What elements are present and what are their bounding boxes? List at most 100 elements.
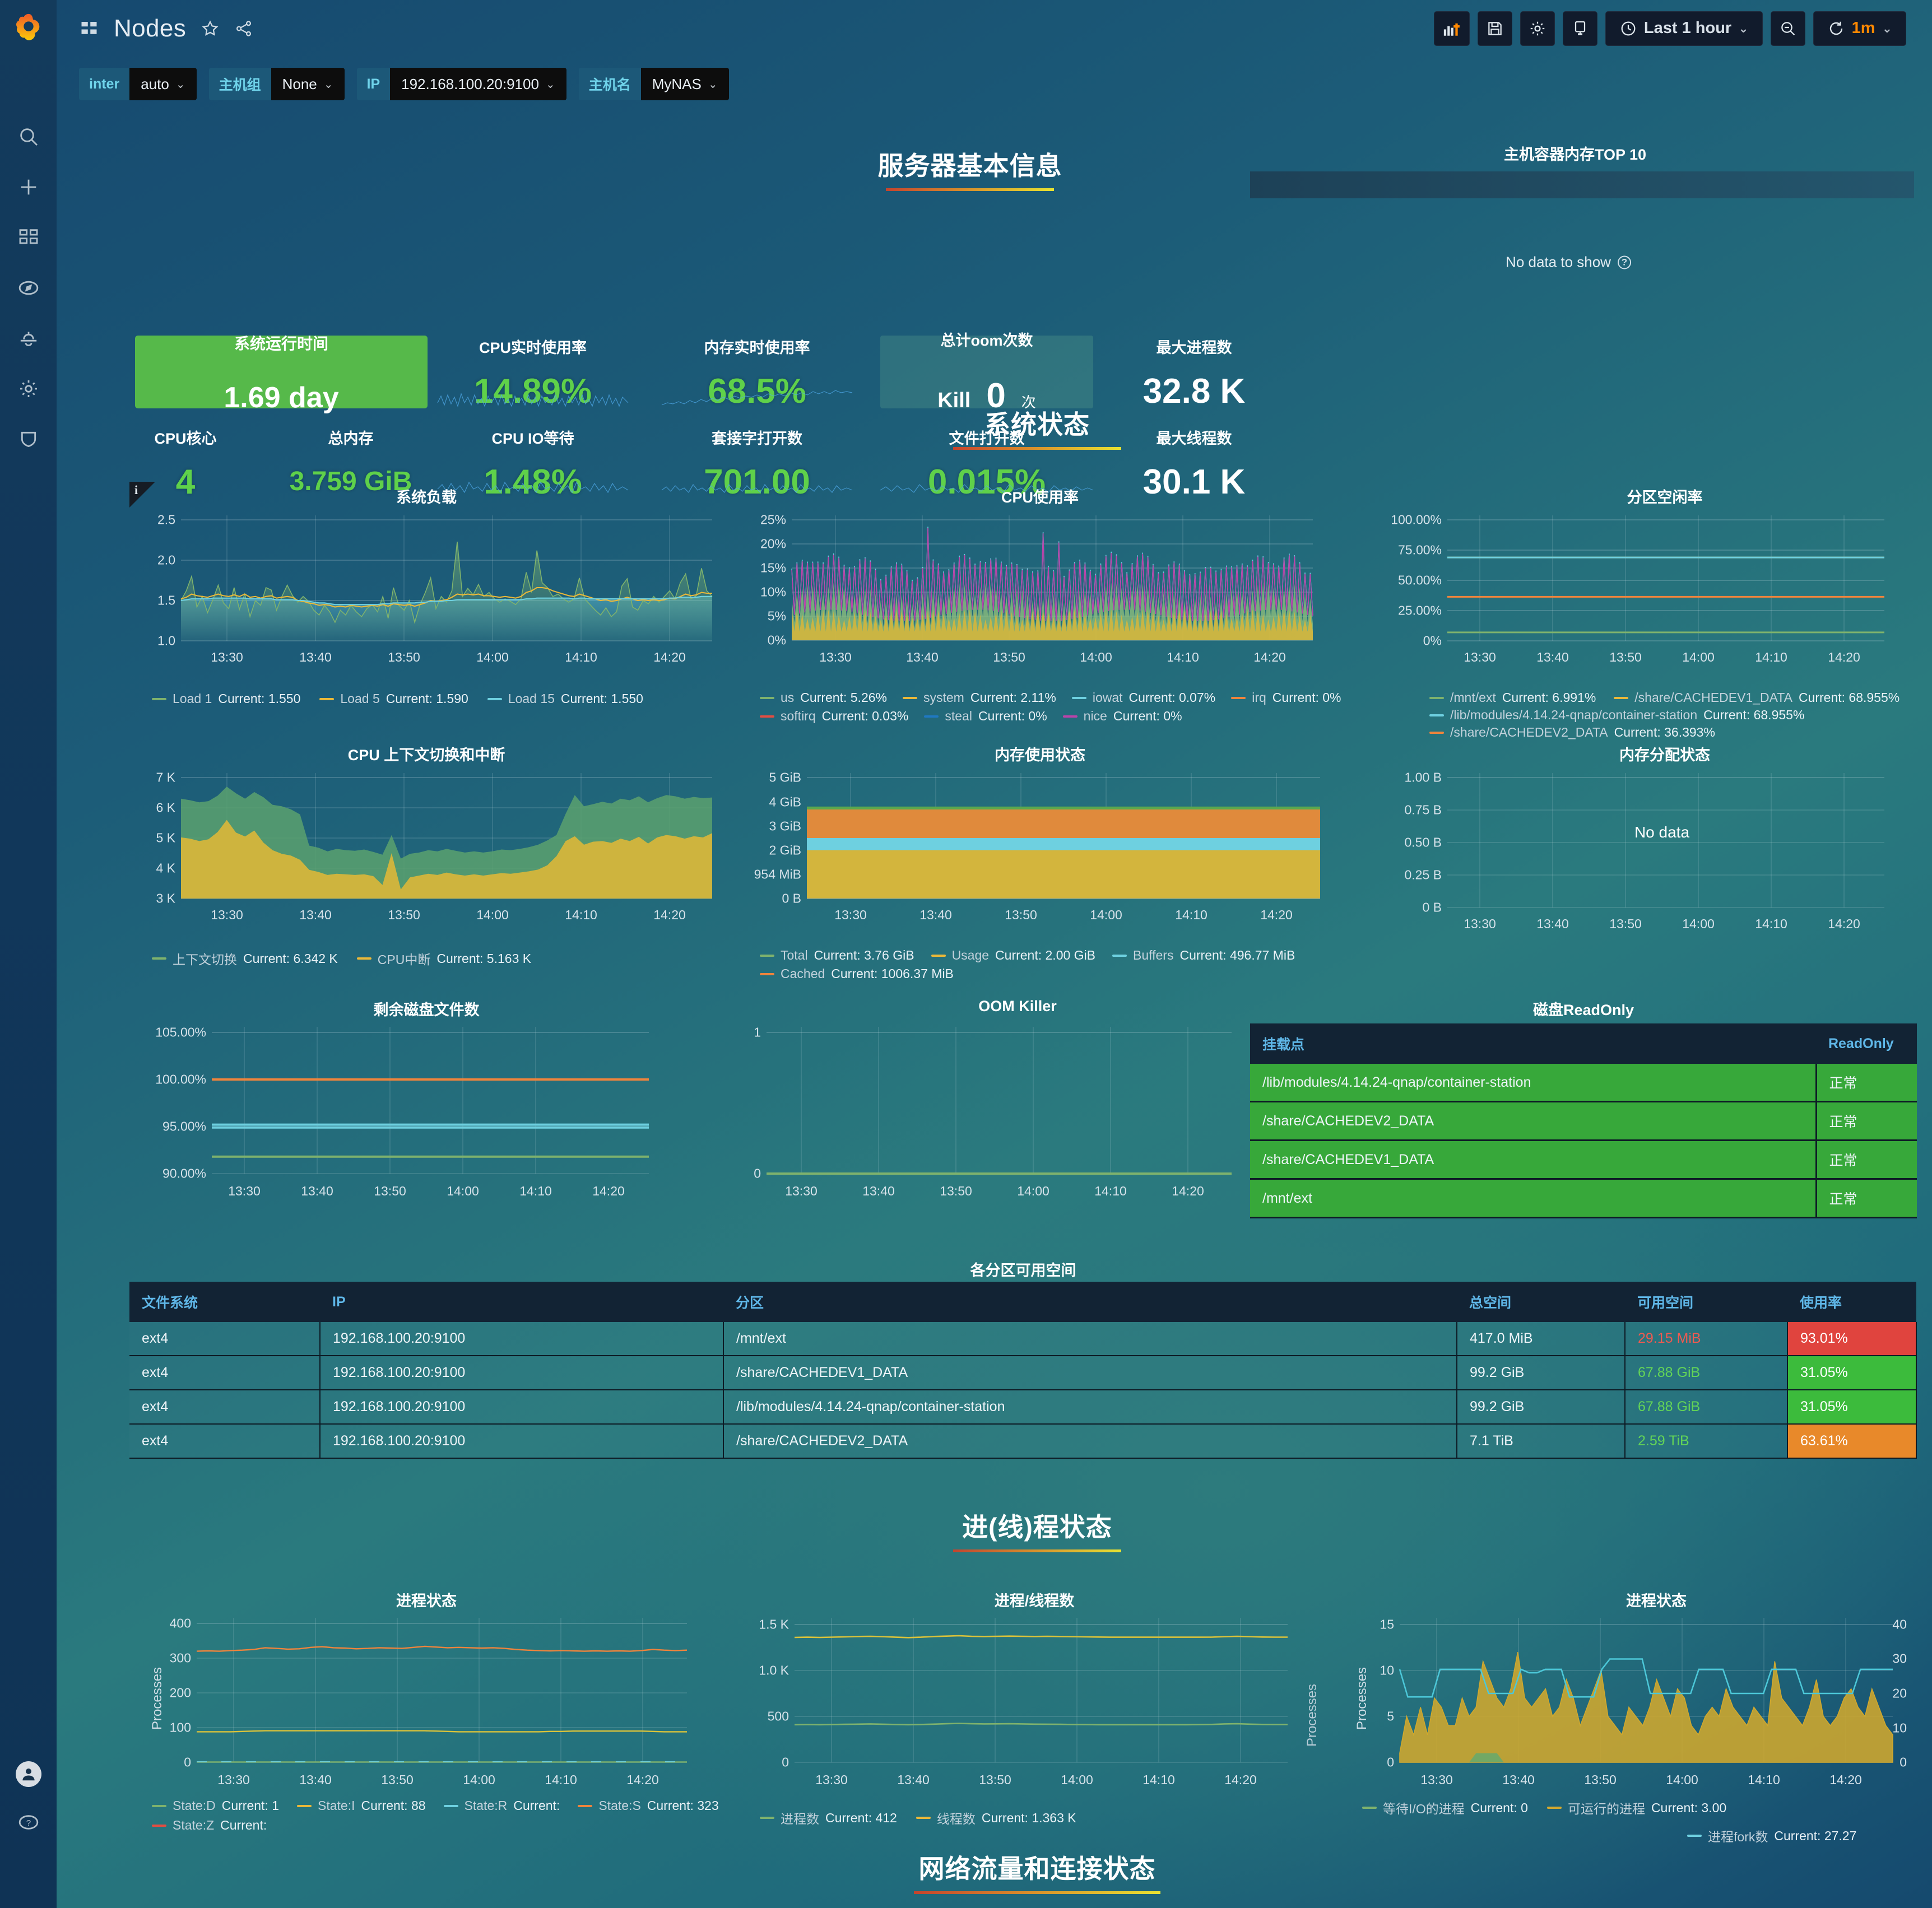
legend-item[interactable]: Usage Current: 2.00 GiB: [931, 948, 1095, 963]
legend-item[interactable]: Load 5 Current: 1.590: [319, 691, 468, 706]
gear-icon[interactable]: [16, 376, 41, 402]
section-title: 系统状态: [984, 410, 1090, 439]
legend-item[interactable]: irq Current: 0%: [1231, 690, 1341, 705]
x-tick: 13:50: [374, 1184, 406, 1198]
legend-item[interactable]: steal Current: 0%: [924, 709, 1047, 724]
panel-description-corner[interactable]: [129, 482, 155, 508]
variable-label: 主机名: [578, 68, 641, 100]
column-header-partition[interactable]: 分区: [723, 1282, 1457, 1322]
legend-value: Current: 68.955%: [1798, 690, 1900, 705]
variable-value[interactable]: auto ⌄: [129, 68, 197, 100]
column-header-ip[interactable]: IP: [320, 1282, 723, 1322]
stat-value: 1.69 day: [224, 381, 339, 414]
legend-item[interactable]: Load 15 Current: 1.550: [487, 691, 643, 706]
y-axis-right: 40 30 20 10 0: [1862, 1617, 1907, 1780]
legend-item[interactable]: 等待I/O的进程 Current: 0: [1362, 1798, 1528, 1817]
x-tick: 13:50: [388, 650, 420, 664]
legend-item[interactable]: /share/CACHEDEV2_DATA Current: 36.393%: [1429, 725, 1715, 740]
column-header-total[interactable]: 总空间: [1457, 1282, 1625, 1322]
legend-item[interactable]: 可运行的进程 Current: 3.00: [1546, 1798, 1727, 1817]
chart-disk-files: [212, 1027, 649, 1174]
legend-item[interactable]: us Current: 5.26%: [760, 690, 887, 705]
variable-hostname[interactable]: 主机名 MyNAS ⌄: [578, 68, 729, 100]
table-row[interactable]: /share/CACHEDEV1_DATA 正常: [1250, 1140, 1917, 1180]
legend: 上下文切换 Current: 6.342 K CPU中断 Current: 5.…: [129, 949, 723, 968]
table-row[interactable]: /mnt/ext 正常: [1250, 1179, 1917, 1218]
legend-item[interactable]: iowat Current: 0.07%: [1071, 690, 1215, 705]
save-icon[interactable]: [1477, 11, 1512, 46]
table-row[interactable]: ext4 192.168.100.20:9100 /share/CACHEDEV…: [129, 1356, 1917, 1390]
chevron-down-icon: ⌄: [175, 78, 185, 91]
zoom-out-icon[interactable]: [1770, 11, 1805, 46]
shield-icon[interactable]: [16, 426, 41, 452]
legend-item[interactable]: Cached Current: 1006.37 MiB: [760, 966, 954, 981]
share-icon[interactable]: [234, 19, 253, 38]
refresh-button[interactable]: 1m ⌄: [1813, 11, 1906, 46]
column-header-mount[interactable]: 挂载点: [1250, 1023, 1816, 1064]
column-header-avail[interactable]: 可用空间: [1625, 1282, 1787, 1322]
column-header-fs[interactable]: 文件系统: [129, 1282, 320, 1322]
empty-state: No data to show ?: [1506, 254, 1631, 271]
legend-value: Current: 3.00: [1651, 1800, 1727, 1815]
sidebar-nav: [16, 124, 41, 452]
cell-fs: ext4: [129, 1356, 321, 1390]
legend-item[interactable]: State:S Current: 323: [578, 1798, 719, 1813]
table-row[interactable]: ext4 192.168.100.20:9100 /share/CACHEDEV…: [129, 1424, 1917, 1459]
x-tick: 14:00: [463, 1772, 495, 1787]
legend-item[interactable]: nice Current: 0%: [1062, 709, 1182, 724]
dashboards-icon[interactable]: [16, 225, 41, 250]
column-header-usage[interactable]: 使用率: [1787, 1282, 1916, 1322]
search-icon[interactable]: [16, 124, 41, 150]
variable-ip[interactable]: IP 192.168.100.20:9100 ⌄: [356, 68, 566, 100]
add-panel-icon[interactable]: [1433, 11, 1470, 46]
variable-inter[interactable]: inter auto ⌄: [79, 68, 197, 100]
legend-item[interactable]: Total Current: 3.76 GiB: [760, 948, 914, 963]
legend-item[interactable]: State:R Current:: [443, 1798, 560, 1813]
legend-item[interactable]: 上下文切换 Current: 6.342 K: [152, 949, 338, 968]
help-circle-icon[interactable]: ?: [1617, 255, 1631, 269]
legend-item[interactable]: /share/CACHEDEV1_DATA Current: 68.955%: [1614, 690, 1900, 705]
y-tick: 4 GiB: [769, 794, 801, 809]
legend-label: Cached: [781, 966, 825, 981]
legend-label: Load 1: [173, 691, 212, 706]
table-row[interactable]: ext4 192.168.100.20:9100 /mnt/ext 417.0 …: [129, 1322, 1917, 1356]
tv-icon[interactable]: [1562, 11, 1597, 46]
legend-item[interactable]: 进程数 Current: 412: [760, 1808, 897, 1827]
gear-icon[interactable]: [1520, 11, 1555, 46]
help-icon[interactable]: ?: [16, 1809, 41, 1835]
legend-item[interactable]: Load 1 Current: 1.550: [152, 691, 300, 706]
legend-item[interactable]: system Current: 2.11%: [903, 690, 1056, 705]
user-avatar[interactable]: [15, 1761, 41, 1787]
legend-item[interactable]: /mnt/ext Current: 6.991%: [1429, 690, 1596, 705]
legend-item[interactable]: 线程数 Current: 1.363 K: [916, 1808, 1076, 1827]
variable-value[interactable]: MyNAS ⌄: [640, 68, 729, 100]
create-icon[interactable]: [16, 174, 41, 200]
legend-item[interactable]: softirq Current: 0.03%: [760, 709, 908, 724]
y-axis: 400 300 200 100 0: [129, 1616, 196, 1780]
x-tick: 14:20: [626, 1772, 659, 1787]
legend-item[interactable]: /lib/modules/4.14.24-qnap/container-stat…: [1429, 708, 1804, 723]
grafana-logo[interactable]: [0, 0, 57, 57]
legend-item[interactable]: CPU中断 Current: 5.163 K: [356, 949, 531, 968]
variable-hostgroup[interactable]: 主机组 None ⌄: [208, 68, 345, 100]
table-row[interactable]: /share/CACHEDEV2_DATA 正常: [1250, 1101, 1917, 1141]
time-range-picker[interactable]: Last 1 hour ⌄: [1605, 11, 1763, 46]
legend-value: Current: 1.550: [560, 691, 643, 706]
legend-item[interactable]: 进程fork数 Current: 27.27: [1687, 1826, 1856, 1845]
star-icon[interactable]: [201, 19, 220, 38]
svg-text:?: ?: [26, 1818, 30, 1828]
table-row[interactable]: ext4 192.168.100.20:9100 /lib/modules/4.…: [129, 1390, 1917, 1425]
legend-item[interactable]: Buffers Current: 496.77 MiB: [1112, 948, 1295, 963]
legend-item[interactable]: State:D Current: 1: [152, 1798, 279, 1813]
variable-value[interactable]: 192.168.100.20:9100 ⌄: [390, 68, 566, 100]
column-header-readonly[interactable]: ReadOnly: [1816, 1023, 1917, 1064]
legend-item[interactable]: State:I Current: 88: [296, 1798, 426, 1813]
x-tick: 13:50: [979, 1772, 1011, 1787]
legend-item[interactable]: State:Z Current:: [152, 1818, 267, 1833]
variable-value[interactable]: None ⌄: [271, 68, 345, 100]
plot-area: 25% 20% 15% 10% 5% 0% 13:30 13:40 13:50 …: [737, 513, 1343, 672]
table-row[interactable]: /lib/modules/4.14.24-qnap/container-stat…: [1250, 1064, 1917, 1102]
explore-icon[interactable]: [16, 275, 41, 301]
alerting-bell-icon[interactable]: [16, 325, 41, 351]
y-axis: 1 0: [737, 1025, 765, 1195]
